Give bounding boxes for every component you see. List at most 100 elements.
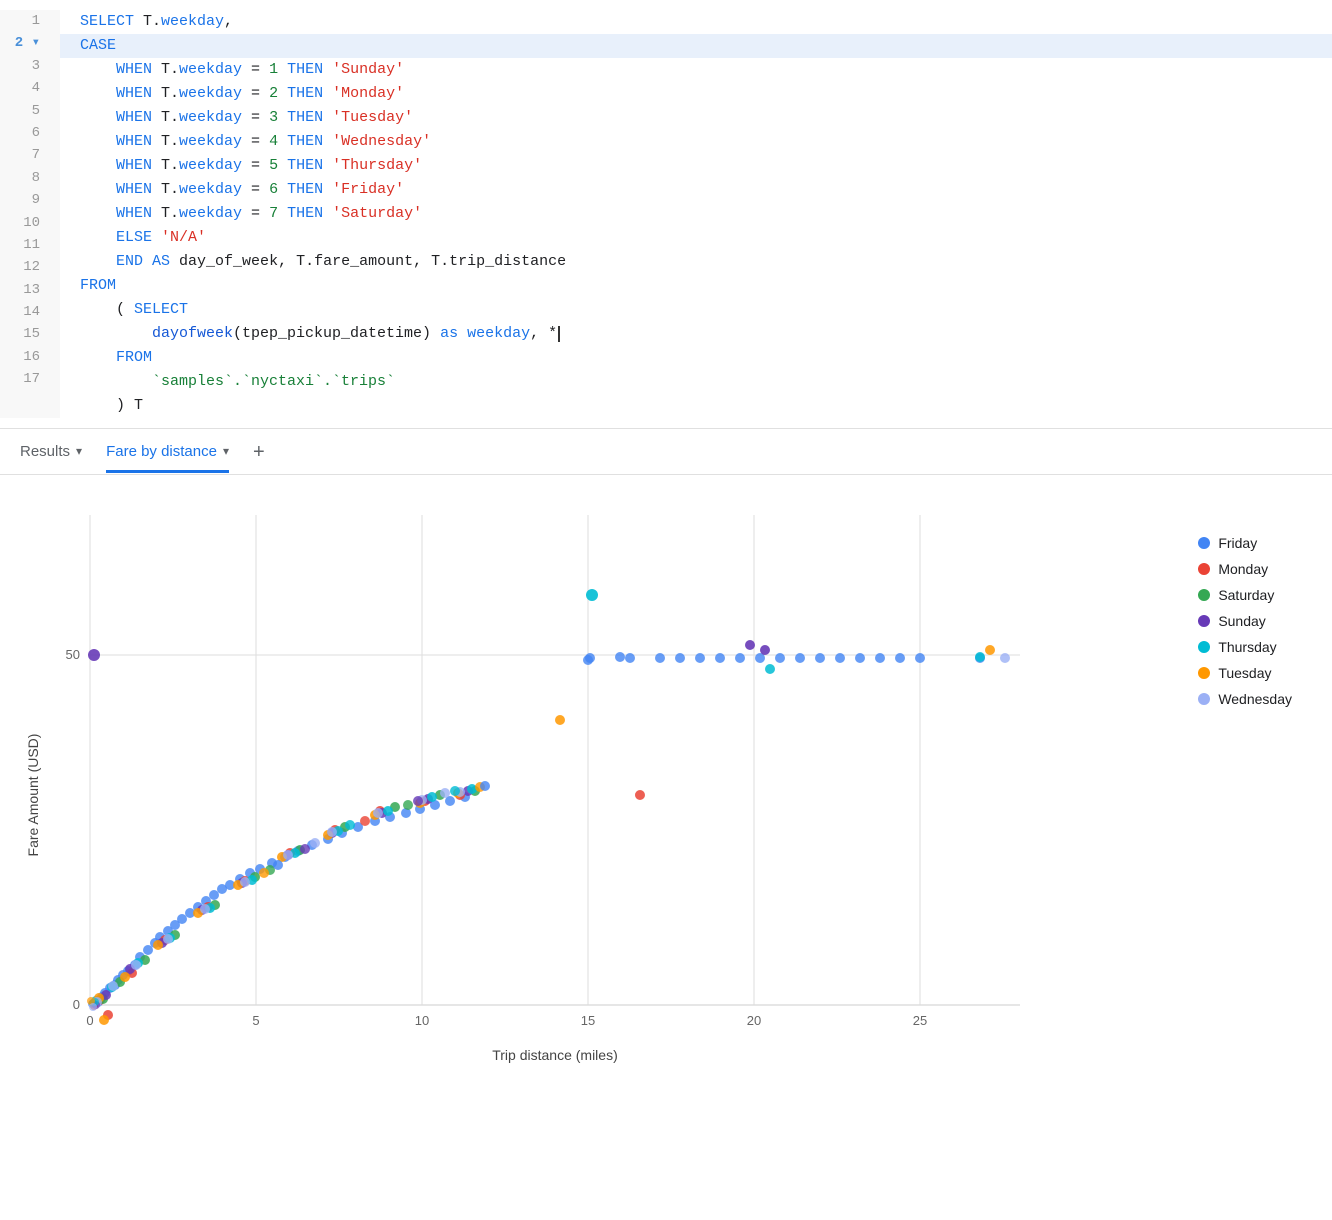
data-point [760, 645, 770, 655]
svg-text:20: 20 [747, 1013, 761, 1028]
code-line-3: WHEN T.weekday = 1 THEN 'Sunday' [80, 58, 1312, 82]
data-point [775, 653, 785, 663]
line-num-9: 9 [12, 189, 48, 211]
data-point [985, 645, 995, 655]
data-point [975, 652, 985, 662]
data-point [259, 868, 269, 878]
tab-fare-by-distance[interactable]: Fare by distance ▾ [106, 443, 229, 473]
tab-results[interactable]: Results ▾ [20, 443, 82, 473]
legend-label-tuesday: Tuesday [1218, 665, 1271, 681]
legend-dot-sunday [1198, 615, 1210, 627]
y-axis-label: Fare Amount (USD) [25, 734, 41, 857]
line-num-5: 5 [12, 100, 48, 122]
data-point [480, 781, 490, 791]
keyword-select-1: SELECT [80, 10, 134, 34]
tab-fare-label: Fare by distance [106, 443, 217, 460]
line-num-11: 11 [12, 234, 48, 256]
data-point [240, 877, 250, 887]
data-point [163, 934, 173, 944]
data-point [915, 653, 925, 663]
svg-text:50: 50 [66, 647, 80, 662]
line-num-12: 12 [12, 256, 48, 278]
svg-text:10: 10 [415, 1013, 429, 1028]
tab-fare-arrow: ▾ [223, 444, 229, 458]
data-point [99, 1015, 109, 1025]
code-line-17: ) T [80, 394, 1312, 418]
code-line-4: WHEN T.weekday = 2 THEN 'Monday' [80, 82, 1312, 106]
data-point [655, 653, 665, 663]
legend-item-wednesday: Wednesday [1198, 691, 1292, 707]
line-num-3: 3 [12, 55, 48, 77]
data-point [108, 981, 118, 991]
code-editor-section: 1 2 ▾ 3 4 5 6 7 8 9 10 11 12 13 14 15 16… [0, 0, 1332, 429]
legend-dot-thursday [1198, 641, 1210, 653]
svg-text:0: 0 [73, 997, 80, 1012]
x-axis-label: Trip distance (miles) [492, 1047, 618, 1063]
code-line-12: FROM [80, 274, 1312, 298]
data-point [200, 904, 210, 914]
data-point [450, 786, 460, 796]
legend-item-friday: Friday [1198, 535, 1292, 551]
data-point [675, 653, 685, 663]
chart-legend: Friday Monday Saturday Sunday Thursday T… [1168, 495, 1312, 1085]
data-point [283, 850, 293, 860]
data-point [695, 653, 705, 663]
legend-label-monday: Monday [1218, 561, 1268, 577]
scatter-chart: Fare Amount (USD) [20, 495, 1120, 1085]
text-cursor [558, 326, 560, 342]
line-num-17: 17 [12, 368, 48, 390]
data-point [300, 844, 310, 854]
data-point [360, 816, 370, 826]
code-line-1: SELECT T.weekday, [80, 10, 1312, 34]
code-line-15: FROM [80, 346, 1312, 370]
data-point [1000, 653, 1010, 663]
data-point [209, 890, 219, 900]
code-line-9: WHEN T.weekday = 7 THEN 'Saturday' [80, 202, 1312, 226]
data-point [765, 664, 775, 674]
line-num-10: 10 [12, 212, 48, 234]
svg-text:0: 0 [86, 1013, 93, 1028]
line-num-8: 8 [12, 167, 48, 189]
legend-item-saturday: Saturday [1198, 587, 1292, 603]
data-point [88, 649, 100, 661]
data-point [177, 914, 187, 924]
legend-label-saturday: Saturday [1218, 587, 1274, 603]
legend-dot-saturday [1198, 589, 1210, 601]
data-point [440, 788, 450, 798]
legend-label-sunday: Sunday [1218, 613, 1265, 629]
data-point [373, 808, 383, 818]
data-point [413, 796, 423, 806]
line-num-15: 15 [12, 323, 48, 345]
legend-label-friday: Friday [1218, 535, 1257, 551]
data-point [855, 653, 865, 663]
code-line-16: `samples`.`nyctaxi`.`trips` [80, 370, 1312, 394]
tab-results-label: Results [20, 443, 70, 460]
legend-label-wednesday: Wednesday [1218, 691, 1292, 707]
code-lines: SELECT T.weekday, CASE WHEN T.weekday = … [60, 10, 1332, 418]
code-line-13: ( SELECT [80, 298, 1312, 322]
legend-item-sunday: Sunday [1198, 613, 1292, 629]
line-num-13: 13 [12, 279, 48, 301]
data-point [835, 653, 845, 663]
code-line-5: WHEN T.weekday = 3 THEN 'Tuesday' [80, 106, 1312, 130]
data-point [795, 653, 805, 663]
legend-dot-friday [1198, 537, 1210, 549]
code-line-6: WHEN T.weekday = 4 THEN 'Wednesday' [80, 130, 1312, 154]
legend-item-tuesday: Tuesday [1198, 665, 1292, 681]
data-point [715, 653, 725, 663]
svg-text:15: 15 [581, 1013, 595, 1028]
data-point [586, 589, 598, 601]
data-point [745, 640, 755, 650]
add-tab-button[interactable]: + [253, 441, 265, 474]
legend-dot-tuesday [1198, 667, 1210, 679]
code-line-14: dayofweek(tpep_pickup_datetime) as weekd… [80, 322, 1312, 346]
code-line-11: END AS day_of_week, T.fare_amount, T.tri… [80, 250, 1312, 274]
line-num-2: 2 ▾ [12, 32, 48, 54]
code-line-8: WHEN T.weekday = 6 THEN 'Friday' [80, 178, 1312, 202]
line-num-14: 14 [12, 301, 48, 323]
data-point [327, 827, 337, 837]
data-point [383, 806, 393, 816]
line-numbers: 1 2 ▾ 3 4 5 6 7 8 9 10 11 12 13 14 15 16… [0, 10, 60, 418]
data-point [815, 653, 825, 663]
data-point [345, 820, 355, 830]
